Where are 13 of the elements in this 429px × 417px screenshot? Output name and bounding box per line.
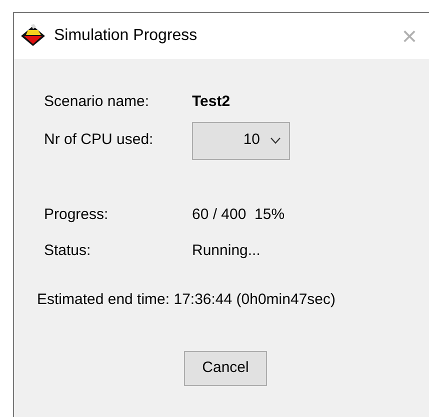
field-label: Status:	[44, 241, 92, 261]
estimated-end-time: Estimated end time: 17:36:44 (0h0min47sec)	[37, 290, 336, 310]
progress-value: 60 / 400 15%	[192, 204, 285, 224]
scenario-value: Test2	[192, 92, 230, 112]
field-label: Scenario name:	[44, 92, 150, 112]
caret-icon	[270, 137, 281, 144]
cpu-dropdown[interactable]: 10	[192, 122, 290, 160]
app-logo-icon	[20, 24, 46, 48]
window-title: Simulation Progress	[54, 26, 198, 46]
field-label: Nr of CPU used:	[44, 130, 154, 150]
cancel-button[interactable]: Cancel	[184, 351, 267, 386]
status-value: Running...	[192, 241, 260, 261]
field-label: Progress:	[44, 204, 110, 224]
